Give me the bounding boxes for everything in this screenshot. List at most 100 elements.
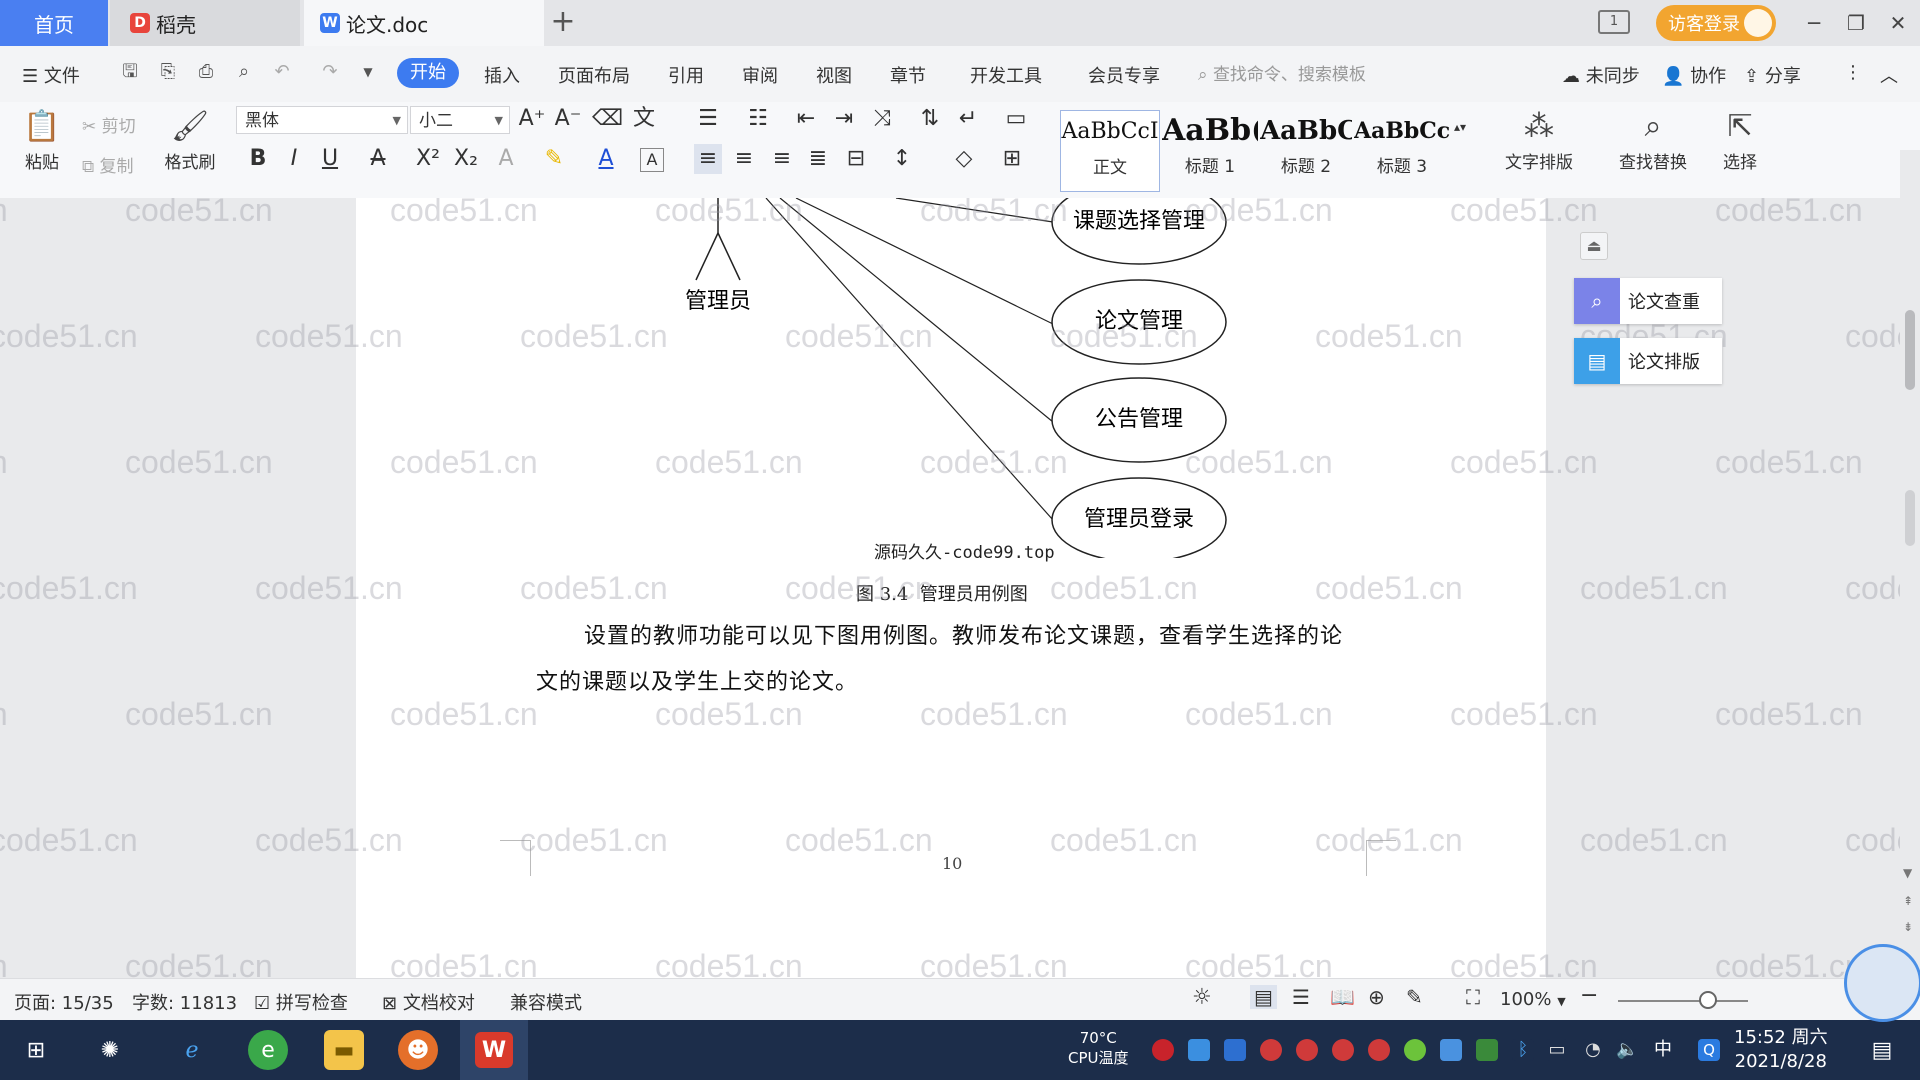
superscript-icon[interactable]: X²	[414, 144, 442, 174]
ie-browser-icon[interactable]: ℯ	[172, 1030, 212, 1070]
zoom-out-icon[interactable]: −	[1580, 983, 1598, 1008]
shrink-font-icon[interactable]: A⁻	[554, 104, 582, 134]
style-normal[interactable]: AaBbCcI 正文	[1060, 110, 1160, 192]
previous-page-icon[interactable]: ⇞	[1903, 894, 1913, 908]
zoom-slider-handle[interactable]	[1698, 991, 1717, 1009]
align-left-icon[interactable]: ≡	[694, 144, 722, 174]
text-direction-icon[interactable]: ⤨	[868, 104, 896, 134]
justify-icon[interactable]: ≣	[804, 144, 832, 174]
bold-icon[interactable]: B	[244, 144, 272, 174]
windows-start-icon[interactable]: ⊞	[16, 1030, 56, 1070]
close-button[interactable]: ✕	[1882, 8, 1914, 38]
share-button[interactable]: ⇪ 分享	[1744, 62, 1801, 88]
side-panel-collapse-icon[interactable]: ⏏	[1580, 232, 1608, 260]
doc-proof-button[interactable]: ⊠ 文档校对	[382, 989, 475, 1015]
paste-button[interactable]: 📋 粘贴	[14, 106, 70, 173]
show-marks-icon[interactable]: ↵	[954, 104, 982, 134]
more-icon[interactable]: ⋮	[1844, 62, 1862, 83]
bullet-list-icon[interactable]: ☰	[694, 104, 722, 134]
line-spacing-icon[interactable]: ↕	[888, 144, 916, 174]
distribute-icon[interactable]: ⊟	[842, 144, 870, 174]
font-name-select[interactable]: 黑体 ▼	[236, 106, 408, 134]
redo-icon[interactable]: ↷	[318, 60, 342, 84]
window-layout-icon[interactable]: 1	[1598, 10, 1630, 34]
strikethrough-icon[interactable]: A	[364, 144, 392, 174]
thesis-format-button[interactable]: ▤ 论文排版	[1574, 338, 1722, 384]
eye-protection-icon[interactable]: ☼	[1192, 985, 1212, 1010]
format-painter-button[interactable]: 🖌 格式刷	[160, 106, 220, 173]
print-icon[interactable]: ⎙	[194, 60, 218, 84]
menu-page-layout[interactable]: 页面布局	[558, 62, 630, 88]
clear-format-icon[interactable]: ⌫	[592, 104, 623, 134]
bluetooth-icon[interactable]: ᛒ	[1512, 1039, 1534, 1061]
ruler-icon[interactable]: ▭	[1002, 104, 1030, 134]
menu-insert[interactable]: 插入	[484, 62, 520, 88]
menu-developer[interactable]: 开发工具	[970, 62, 1042, 88]
save-icon[interactable]: 🖫	[118, 60, 142, 84]
volume-icon[interactable]: 🔈	[1616, 1039, 1638, 1061]
style-heading-3[interactable]: AaBbCcl 标题 3	[1354, 110, 1450, 190]
menu-member[interactable]: 会员专享	[1088, 62, 1160, 88]
underline-icon[interactable]: U	[316, 144, 344, 174]
numbered-list-icon[interactable]: ☷	[744, 104, 772, 134]
wps-taskbar-button[interactable]: W	[460, 1020, 528, 1080]
qq-icon[interactable]	[1368, 1039, 1390, 1061]
plagiarism-check-button[interactable]: ⌕ 论文查重	[1574, 278, 1722, 324]
new-tab-button[interactable]: +	[548, 4, 578, 40]
increase-indent-icon[interactable]: ⇥	[830, 104, 858, 134]
subscript-icon[interactable]: X₂	[452, 144, 480, 174]
fit-page-icon[interactable]: ⛶	[1466, 985, 1480, 1009]
zoom-slider[interactable]	[1618, 1000, 1748, 1002]
select-button[interactable]: ⇱ 选择	[1710, 106, 1770, 173]
vertical-scrollbar[interactable]: ▼ ⇞ ⇟	[1900, 150, 1920, 978]
ime-indicator[interactable]: 中	[1652, 1039, 1674, 1061]
tray-app-icon[interactable]	[1152, 1039, 1174, 1061]
page-view-icon[interactable]: ▤	[1250, 985, 1277, 1009]
font-color-icon[interactable]: A	[592, 144, 620, 174]
file-menu[interactable]: ☰ 文件	[22, 62, 80, 88]
spell-check-button[interactable]: ☑ 拼写检查	[254, 989, 348, 1015]
360-browser-icon[interactable]: e	[248, 1030, 288, 1070]
shield-icon[interactable]	[1224, 1039, 1246, 1061]
qq-icon[interactable]	[1296, 1039, 1318, 1061]
pinwheel-app-icon[interactable]: ✺	[90, 1030, 130, 1070]
align-right-icon[interactable]: ≡	[768, 144, 796, 174]
qq-icon[interactable]	[1332, 1039, 1354, 1061]
tab-home[interactable]: 首页	[0, 0, 108, 46]
menu-review[interactable]: 审阅	[742, 62, 778, 88]
scroll-down-icon[interactable]: ▼	[1903, 866, 1912, 880]
decrease-indent-icon[interactable]: ⇤	[792, 104, 820, 134]
tray-app-icon[interactable]	[1188, 1039, 1210, 1061]
char-border-icon[interactable]: A	[640, 148, 664, 172]
tray-app-icon[interactable]	[1440, 1039, 1462, 1061]
menu-references[interactable]: 引用	[668, 62, 704, 88]
text-layout-button[interactable]: ⁂ 文字排版	[1494, 106, 1584, 173]
style-heading-1[interactable]: AaBb( 标题 1	[1162, 110, 1258, 190]
italic-icon[interactable]: I	[280, 144, 308, 174]
assistant-avatar[interactable]	[1844, 944, 1920, 1022]
tab-document[interactable]: W 论文.doc	[304, 0, 544, 46]
undo-icon[interactable]: ↶	[270, 60, 294, 84]
guest-login-button[interactable]: 访客登录	[1656, 5, 1776, 41]
borders-icon[interactable]: ⊞	[998, 144, 1026, 174]
style-heading-2[interactable]: AaBbC 标题 2	[1260, 110, 1352, 190]
qq-icon[interactable]	[1260, 1039, 1282, 1061]
restore-button[interactable]: ❐	[1840, 8, 1872, 38]
minimize-button[interactable]: ─	[1798, 8, 1830, 38]
search-app-icon[interactable]: Q	[1698, 1039, 1720, 1061]
command-search[interactable]: ⌕ 查找命令、搜索模板	[1198, 60, 1366, 85]
wifi-icon[interactable]: ◔	[1582, 1039, 1604, 1061]
phonetic-guide-icon[interactable]: 文	[630, 104, 658, 134]
battery-icon[interactable]: ▭	[1546, 1039, 1568, 1061]
text-effect-icon[interactable]: A	[492, 144, 520, 174]
menu-home[interactable]: 开始	[397, 58, 459, 88]
mascot-app-icon[interactable]: ☻	[398, 1030, 438, 1070]
styles-scroll-icon[interactable]: ▴▾	[1450, 112, 1470, 142]
document-page[interactable]: 课题选择管理 论文管理 公告管理 管理员登录 管理员 源码久久-code99.t…	[356, 198, 1546, 978]
tab-daoke[interactable]: D 稻壳	[110, 0, 300, 46]
web-view-icon[interactable]: ⊕	[1368, 985, 1385, 1009]
page-indicator[interactable]: 页面: 15/35	[14, 989, 114, 1015]
highlight-icon[interactable]: ✎	[540, 144, 568, 174]
menu-view[interactable]: 视图	[816, 62, 852, 88]
cpu-temperature[interactable]: 70°C CPU温度	[1068, 1028, 1129, 1068]
